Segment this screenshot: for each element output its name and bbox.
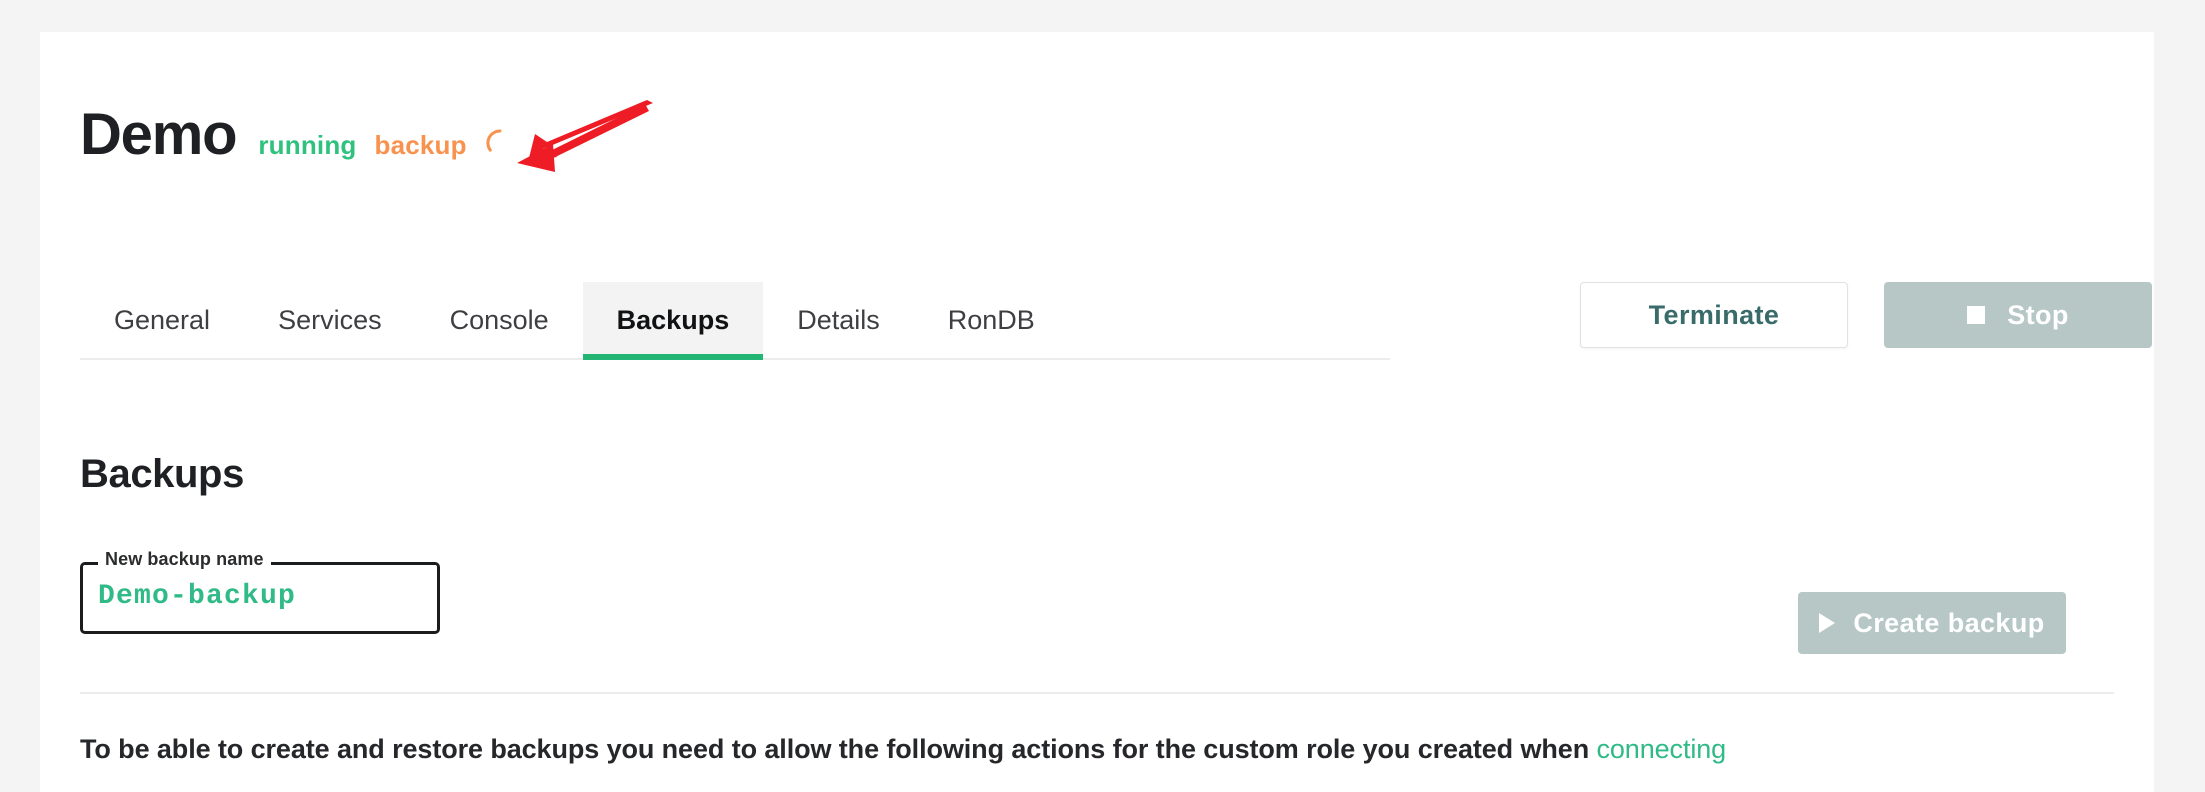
tab-details[interactable]: Details <box>763 282 914 358</box>
header-action-group: Terminate Stop <box>1580 282 2152 348</box>
loading-spinner-icon <box>485 128 515 158</box>
permissions-note-text: To be able to create and restore backups… <box>80 734 1597 764</box>
stop-button-label: Stop <box>2007 299 2069 330</box>
red-arrow-pointer-icon <box>495 100 655 178</box>
terminate-button[interactable]: Terminate <box>1580 282 1848 348</box>
play-triangle-icon <box>1819 613 1836 633</box>
tab-bar: General Services Console Backups Details… <box>80 282 1390 360</box>
stop-square-icon <box>1967 306 1986 324</box>
new-backup-name-input[interactable] <box>96 565 416 627</box>
create-backup-button[interactable]: Create backup <box>1798 592 2066 654</box>
create-backup-label: Create backup <box>1853 607 2045 638</box>
permissions-note: To be able to create and restore backups… <box>80 734 1726 765</box>
status-badge-operation: backup <box>374 130 467 160</box>
new-backup-name-field: New backup name <box>80 549 440 634</box>
section-title: Backups <box>80 452 244 496</box>
page-title: Demo <box>80 102 238 167</box>
connecting-link[interactable]: connecting <box>1596 734 1726 764</box>
section-divider <box>80 692 2114 694</box>
tab-services[interactable]: Services <box>244 282 416 358</box>
cluster-header: Demo running backup <box>80 106 515 164</box>
new-backup-name-label: New backup name <box>98 549 271 570</box>
content-card: Demo running backup General Services Con… <box>40 32 2154 792</box>
tab-rondb[interactable]: RonDB <box>914 282 1069 358</box>
status-badge-running: running <box>258 130 357 160</box>
tab-general[interactable]: General <box>80 282 244 358</box>
tab-console[interactable]: Console <box>416 282 583 358</box>
stop-button[interactable]: Stop <box>1884 282 2152 348</box>
tab-backups[interactable]: Backups <box>582 282 764 360</box>
